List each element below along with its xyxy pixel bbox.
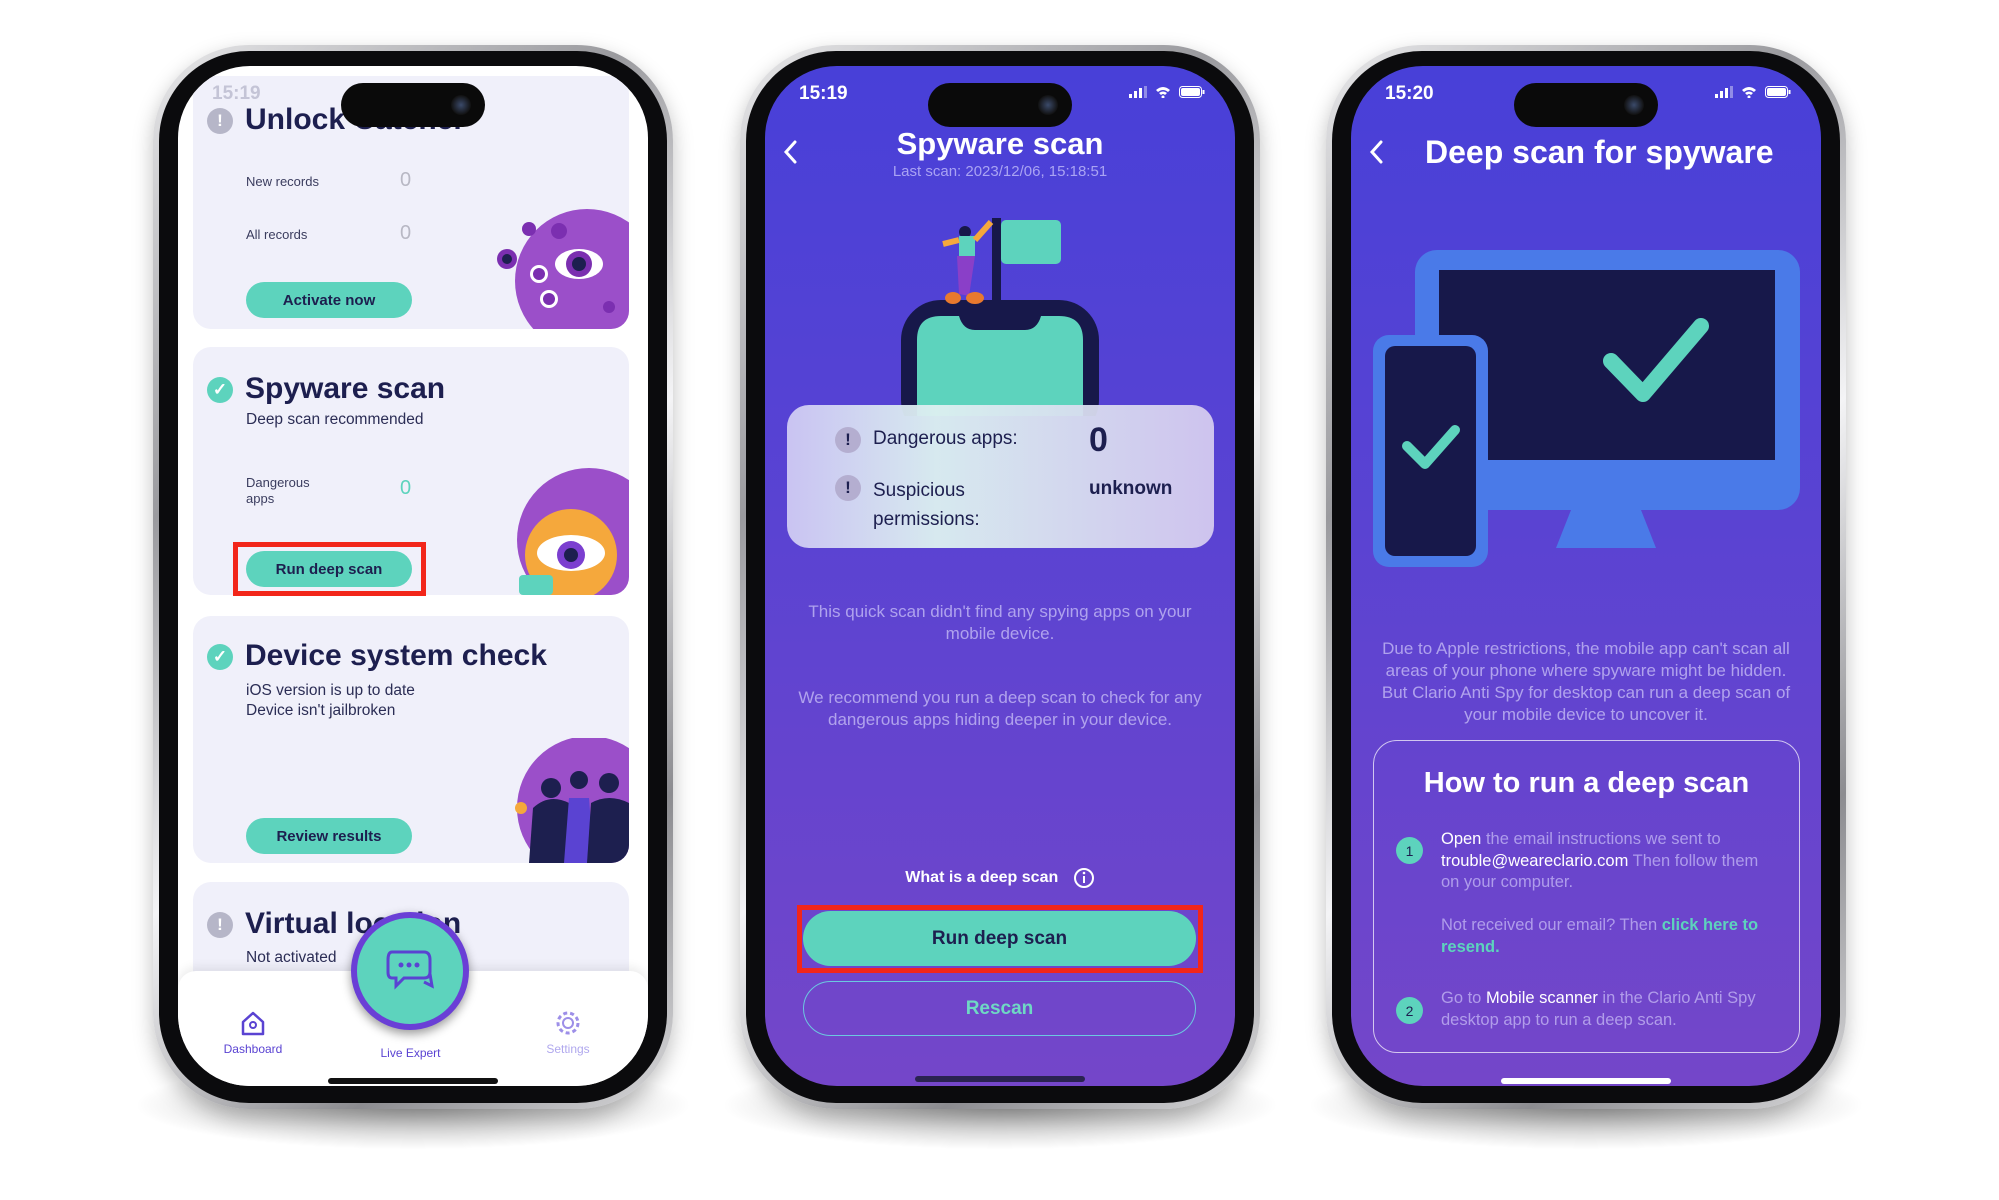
row-value: 0 — [400, 477, 412, 499]
activate-now-button[interactable]: Activate now — [246, 282, 412, 318]
nav-label: Live Expert — [380, 1046, 441, 1060]
wifi-icon — [1742, 87, 1756, 98]
result-label: Suspicious permissions: — [873, 480, 980, 530]
step-bold: Mobile scanner — [1485, 989, 1598, 1007]
scan-results-card: ! Dangerous apps: 0 ! Suspicious permiss… — [787, 405, 1214, 548]
what-is-deep-scan-link[interactable]: What is a deep scan — [765, 867, 1235, 889]
email-address: trouble@weareclario.com — [1441, 851, 1629, 870]
back-chevron-icon[interactable] — [1367, 139, 1387, 165]
review-results-button[interactable]: Review results — [246, 818, 412, 854]
exclamation-icon: ! — [835, 427, 861, 453]
nav-label: Dashboard — [223, 1042, 283, 1056]
eye-illustration — [517, 468, 629, 595]
dangerous-apps-count: 0 — [1089, 421, 1108, 459]
phone-flag-illustration — [901, 218, 1099, 416]
card-title: Device system check — [245, 639, 547, 672]
battery-icon — [1179, 86, 1205, 98]
gear-icon — [556, 1011, 580, 1035]
wifi-icon — [1156, 87, 1170, 98]
step-1-text: Open the email instructions we sent to t… — [1441, 829, 1771, 894]
highlight-box — [233, 542, 426, 596]
apple-restrictions-description: Due to Apple restrictions, the mobile ap… — [1381, 639, 1791, 724]
step-number-badge: 2 — [1396, 997, 1423, 1024]
bodyguards-illustration — [515, 738, 629, 863]
check-icon: ✓ — [207, 377, 233, 403]
last-scan-timestamp: Last scan: 2023/12/06, 15:18:51 — [892, 163, 1108, 180]
rescan-button[interactable]: Rescan — [803, 981, 1196, 1036]
step-bold: Open — [1441, 830, 1482, 848]
step-number-badge: 1 — [1396, 837, 1423, 864]
status-icons — [1715, 86, 1791, 98]
status-icons — [1129, 86, 1205, 98]
step-text: the email instructions we sent to — [1481, 830, 1721, 848]
how-to-title: How to run a deep scan — [1423, 767, 1750, 799]
quick-scan-message: This quick scan didn't find any spying a… — [808, 602, 1192, 643]
home-indicator — [328, 1078, 498, 1084]
dynamic-island — [341, 83, 485, 127]
row-label: Dangerous apps — [246, 475, 310, 506]
exclamation-icon: ! — [207, 912, 233, 938]
dynamic-island — [1514, 83, 1658, 127]
card-subtitle: Deep scan recommended — [246, 411, 424, 428]
row-value: 0 — [400, 222, 412, 244]
page-title: Deep scan for spyware — [1425, 134, 1774, 170]
nav-settings[interactable]: Settings — [538, 1009, 598, 1056]
eyes-illustration — [497, 209, 629, 329]
status-time: 15:19 — [212, 83, 261, 104]
signal-icon — [1129, 86, 1147, 98]
card-subtitle: Not activated — [246, 949, 337, 966]
link-label: What is a deep scan — [905, 869, 1059, 887]
home-indicator — [915, 1076, 1085, 1082]
exclamation-icon: ! — [835, 475, 861, 501]
page-title: Spyware scan — [896, 126, 1104, 161]
status-time: 15:19 — [799, 83, 848, 104]
check-icon: ✓ — [207, 644, 233, 670]
card-line: iOS version is up to date — [246, 682, 415, 699]
home-icon — [241, 1011, 265, 1036]
row-label: New records — [246, 174, 319, 189]
card-line: Device isn't jailbroken — [246, 702, 396, 719]
signal-icon — [1715, 86, 1733, 98]
devices-check-illustration — [1373, 250, 1800, 567]
resend-prompt: Not received our email? Then — [1441, 916, 1662, 934]
dynamic-island — [928, 83, 1072, 127]
chat-bubbles-icon — [386, 950, 434, 990]
dashboard-screen: ! Unlock Catcher New records 0 All recor… — [178, 66, 648, 1086]
phone-dashboard: ! Unlock Catcher New records 0 All recor… — [153, 45, 673, 1109]
row-label: All records — [246, 227, 308, 242]
home-indicator — [1501, 1078, 1671, 1084]
recommend-message: We recommend you run a deep scan to chec… — [798, 688, 1202, 729]
highlight-box — [797, 905, 1203, 973]
resend-text: Not received our email? Then click here … — [1441, 915, 1771, 958]
status-time: 15:20 — [1385, 83, 1434, 104]
deep-scan-screen: 15:20 Deep scan for spyware Due to Apple… — [1351, 66, 1821, 1086]
exclamation-icon: ! — [207, 108, 233, 134]
info-icon[interactable] — [1073, 867, 1095, 889]
spyware-scan-screen: 15:19 Spyware scan Last scan: 2023/12/06… — [765, 66, 1235, 1086]
nav-label: Settings — [546, 1042, 590, 1056]
live-expert-button[interactable] — [351, 912, 469, 1030]
phone-spyware-scan: 15:19 Spyware scan Last scan: 2023/12/06… — [740, 45, 1260, 1109]
step-2-text: Go to Mobile scanner in the Clario Anti … — [1441, 988, 1771, 1031]
step-text: Go to — [1441, 989, 1486, 1007]
how-to-box: How to run a deep scan 1 Open the email … — [1373, 740, 1800, 1053]
phone-deep-scan: 15:20 Deep scan for spyware Due to Apple… — [1326, 45, 1846, 1109]
card-device-system-check: ✓ Device system check iOS version is up … — [193, 616, 629, 863]
nav-dashboard[interactable]: Dashboard — [224, 1009, 282, 1056]
card-title: Spyware scan — [245, 372, 446, 405]
suspicious-permissions-value: unknown — [1089, 478, 1173, 499]
row-value: 0 — [400, 169, 412, 191]
battery-icon — [1765, 86, 1791, 98]
result-label: Dangerous apps: — [873, 428, 1018, 449]
